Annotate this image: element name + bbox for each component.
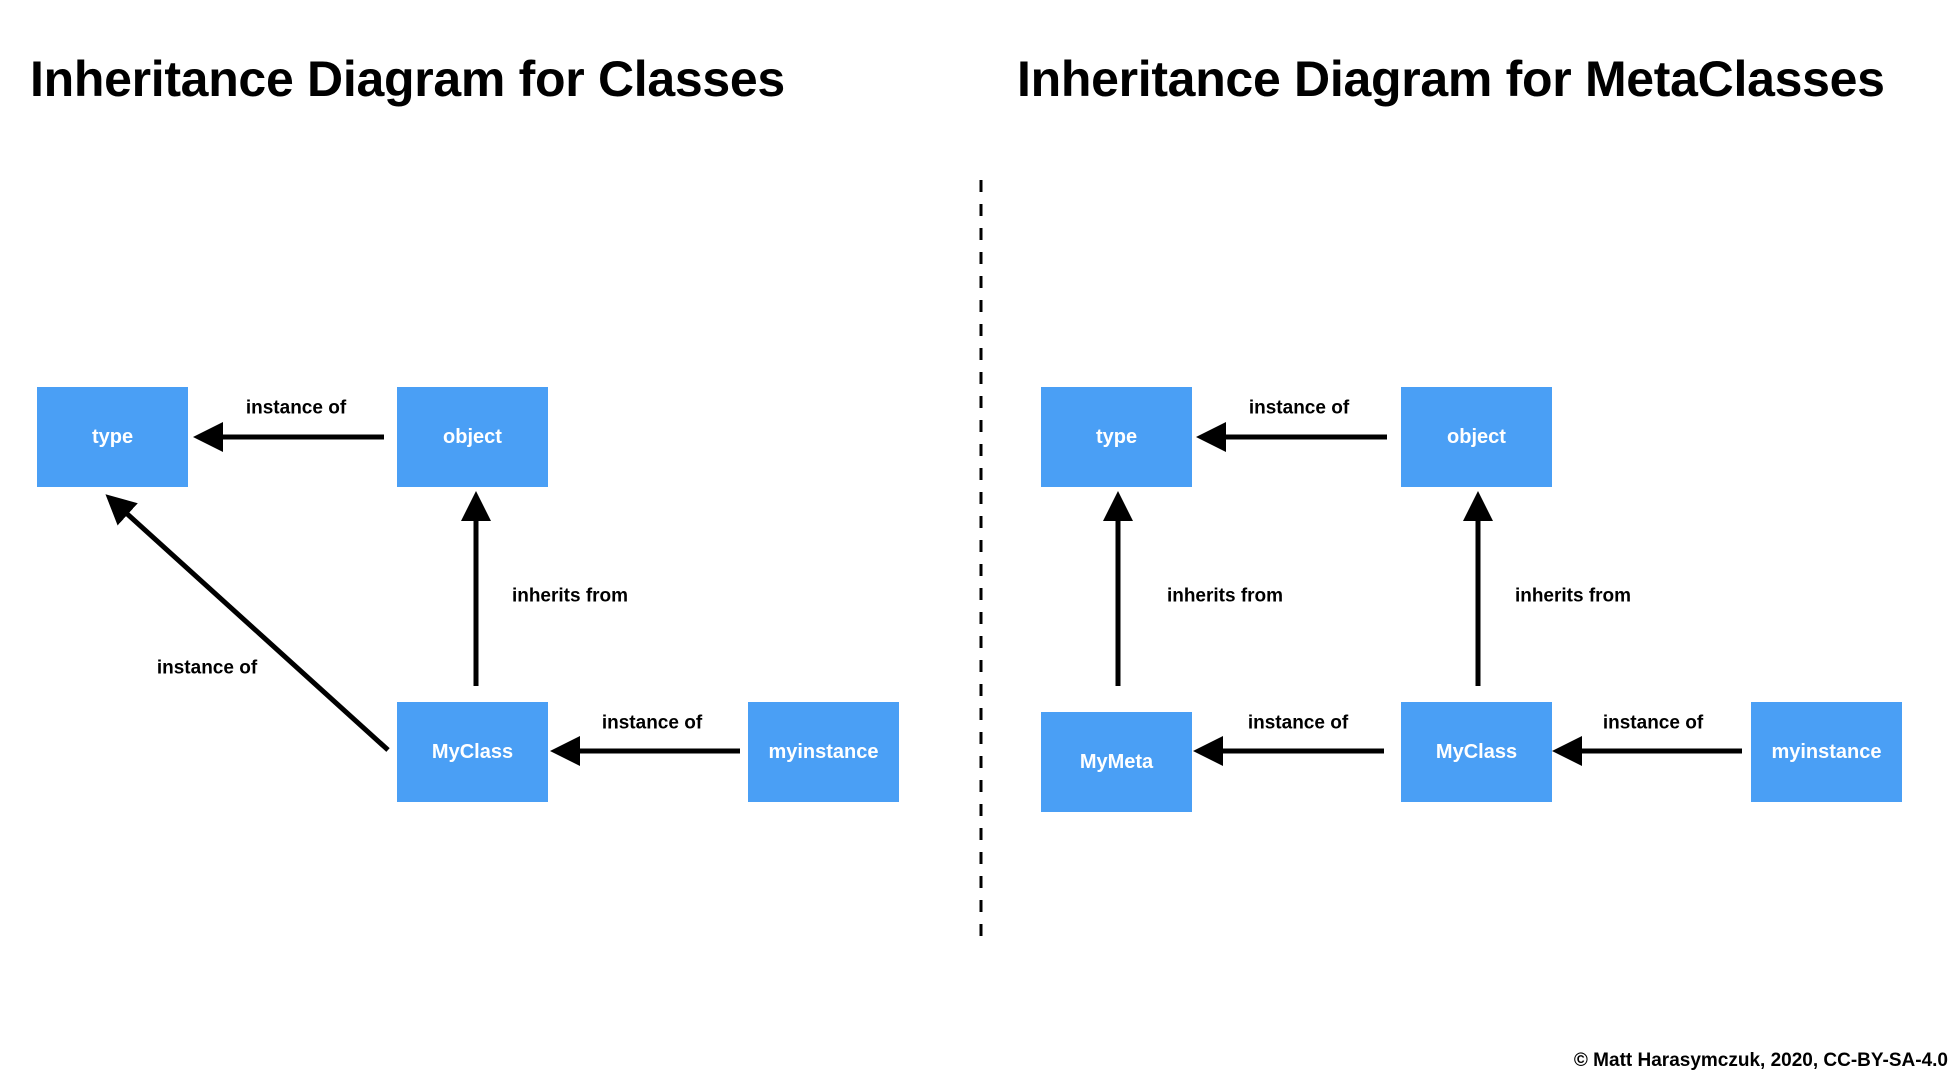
node-metaclasses-type: type <box>1041 387 1192 487</box>
node-label: myinstance <box>1771 741 1881 763</box>
edge-label: instance of <box>1603 713 1704 734</box>
edge-classes-myclass-to-object: inherits from <box>461 491 628 686</box>
copyright-notice: © Matt Harasymczuk, 2020, CC-BY-SA-4.0 <box>1573 1050 1948 1071</box>
edge-label: inherits from <box>1515 586 1631 607</box>
edge-label: instance of <box>1248 713 1349 734</box>
edge-metaclasses-object-to-type: instance of <box>1196 398 1387 452</box>
node-classes-myinstance: myinstance <box>748 702 899 802</box>
node-label: object <box>1447 426 1506 448</box>
node-metaclasses-myclass: MyClass <box>1401 702 1552 802</box>
node-label: MyClass <box>432 741 513 763</box>
edge-metaclasses-myclass-to-object: inherits from <box>1463 491 1631 686</box>
node-metaclasses-myinstance: myinstance <box>1751 702 1902 802</box>
edge-metaclasses-myclass-to-mymeta: instance of <box>1193 713 1384 766</box>
edge-classes-myclass-to-type: instance of <box>105 494 390 752</box>
edge-label: instance of <box>602 713 703 734</box>
node-label: MyMeta <box>1080 751 1154 773</box>
node-label: MyClass <box>1436 741 1517 763</box>
node-metaclasses-mymeta: MyMeta <box>1041 712 1192 812</box>
edge-metaclasses-myinstance-to-myclass: instance of <box>1552 713 1742 766</box>
edge-classes-myinstance-to-myclass: instance of <box>550 713 740 766</box>
edge-label: instance of <box>157 658 258 679</box>
edge-label: instance of <box>246 398 347 419</box>
edge-label: inherits from <box>1167 586 1283 607</box>
node-classes-myclass: MyClass <box>397 702 548 802</box>
edge-label: inherits from <box>512 586 628 607</box>
node-label: type <box>92 426 133 448</box>
node-metaclasses-object: object <box>1401 387 1552 487</box>
diagram-canvas: instance of inherits from instance of insta… <box>37 180 1902 936</box>
edge-label: instance of <box>1249 398 1350 419</box>
node-classes-type: type <box>37 387 188 487</box>
edge-metaclasses-mymeta-to-type: inherits from <box>1103 491 1283 686</box>
edge-classes-object-to-type: instance of <box>193 398 384 452</box>
arrow-line <box>105 494 390 752</box>
node-label: type <box>1096 426 1137 448</box>
node-label: myinstance <box>768 741 878 763</box>
node-label: object <box>443 426 502 448</box>
node-classes-object: object <box>397 387 548 487</box>
